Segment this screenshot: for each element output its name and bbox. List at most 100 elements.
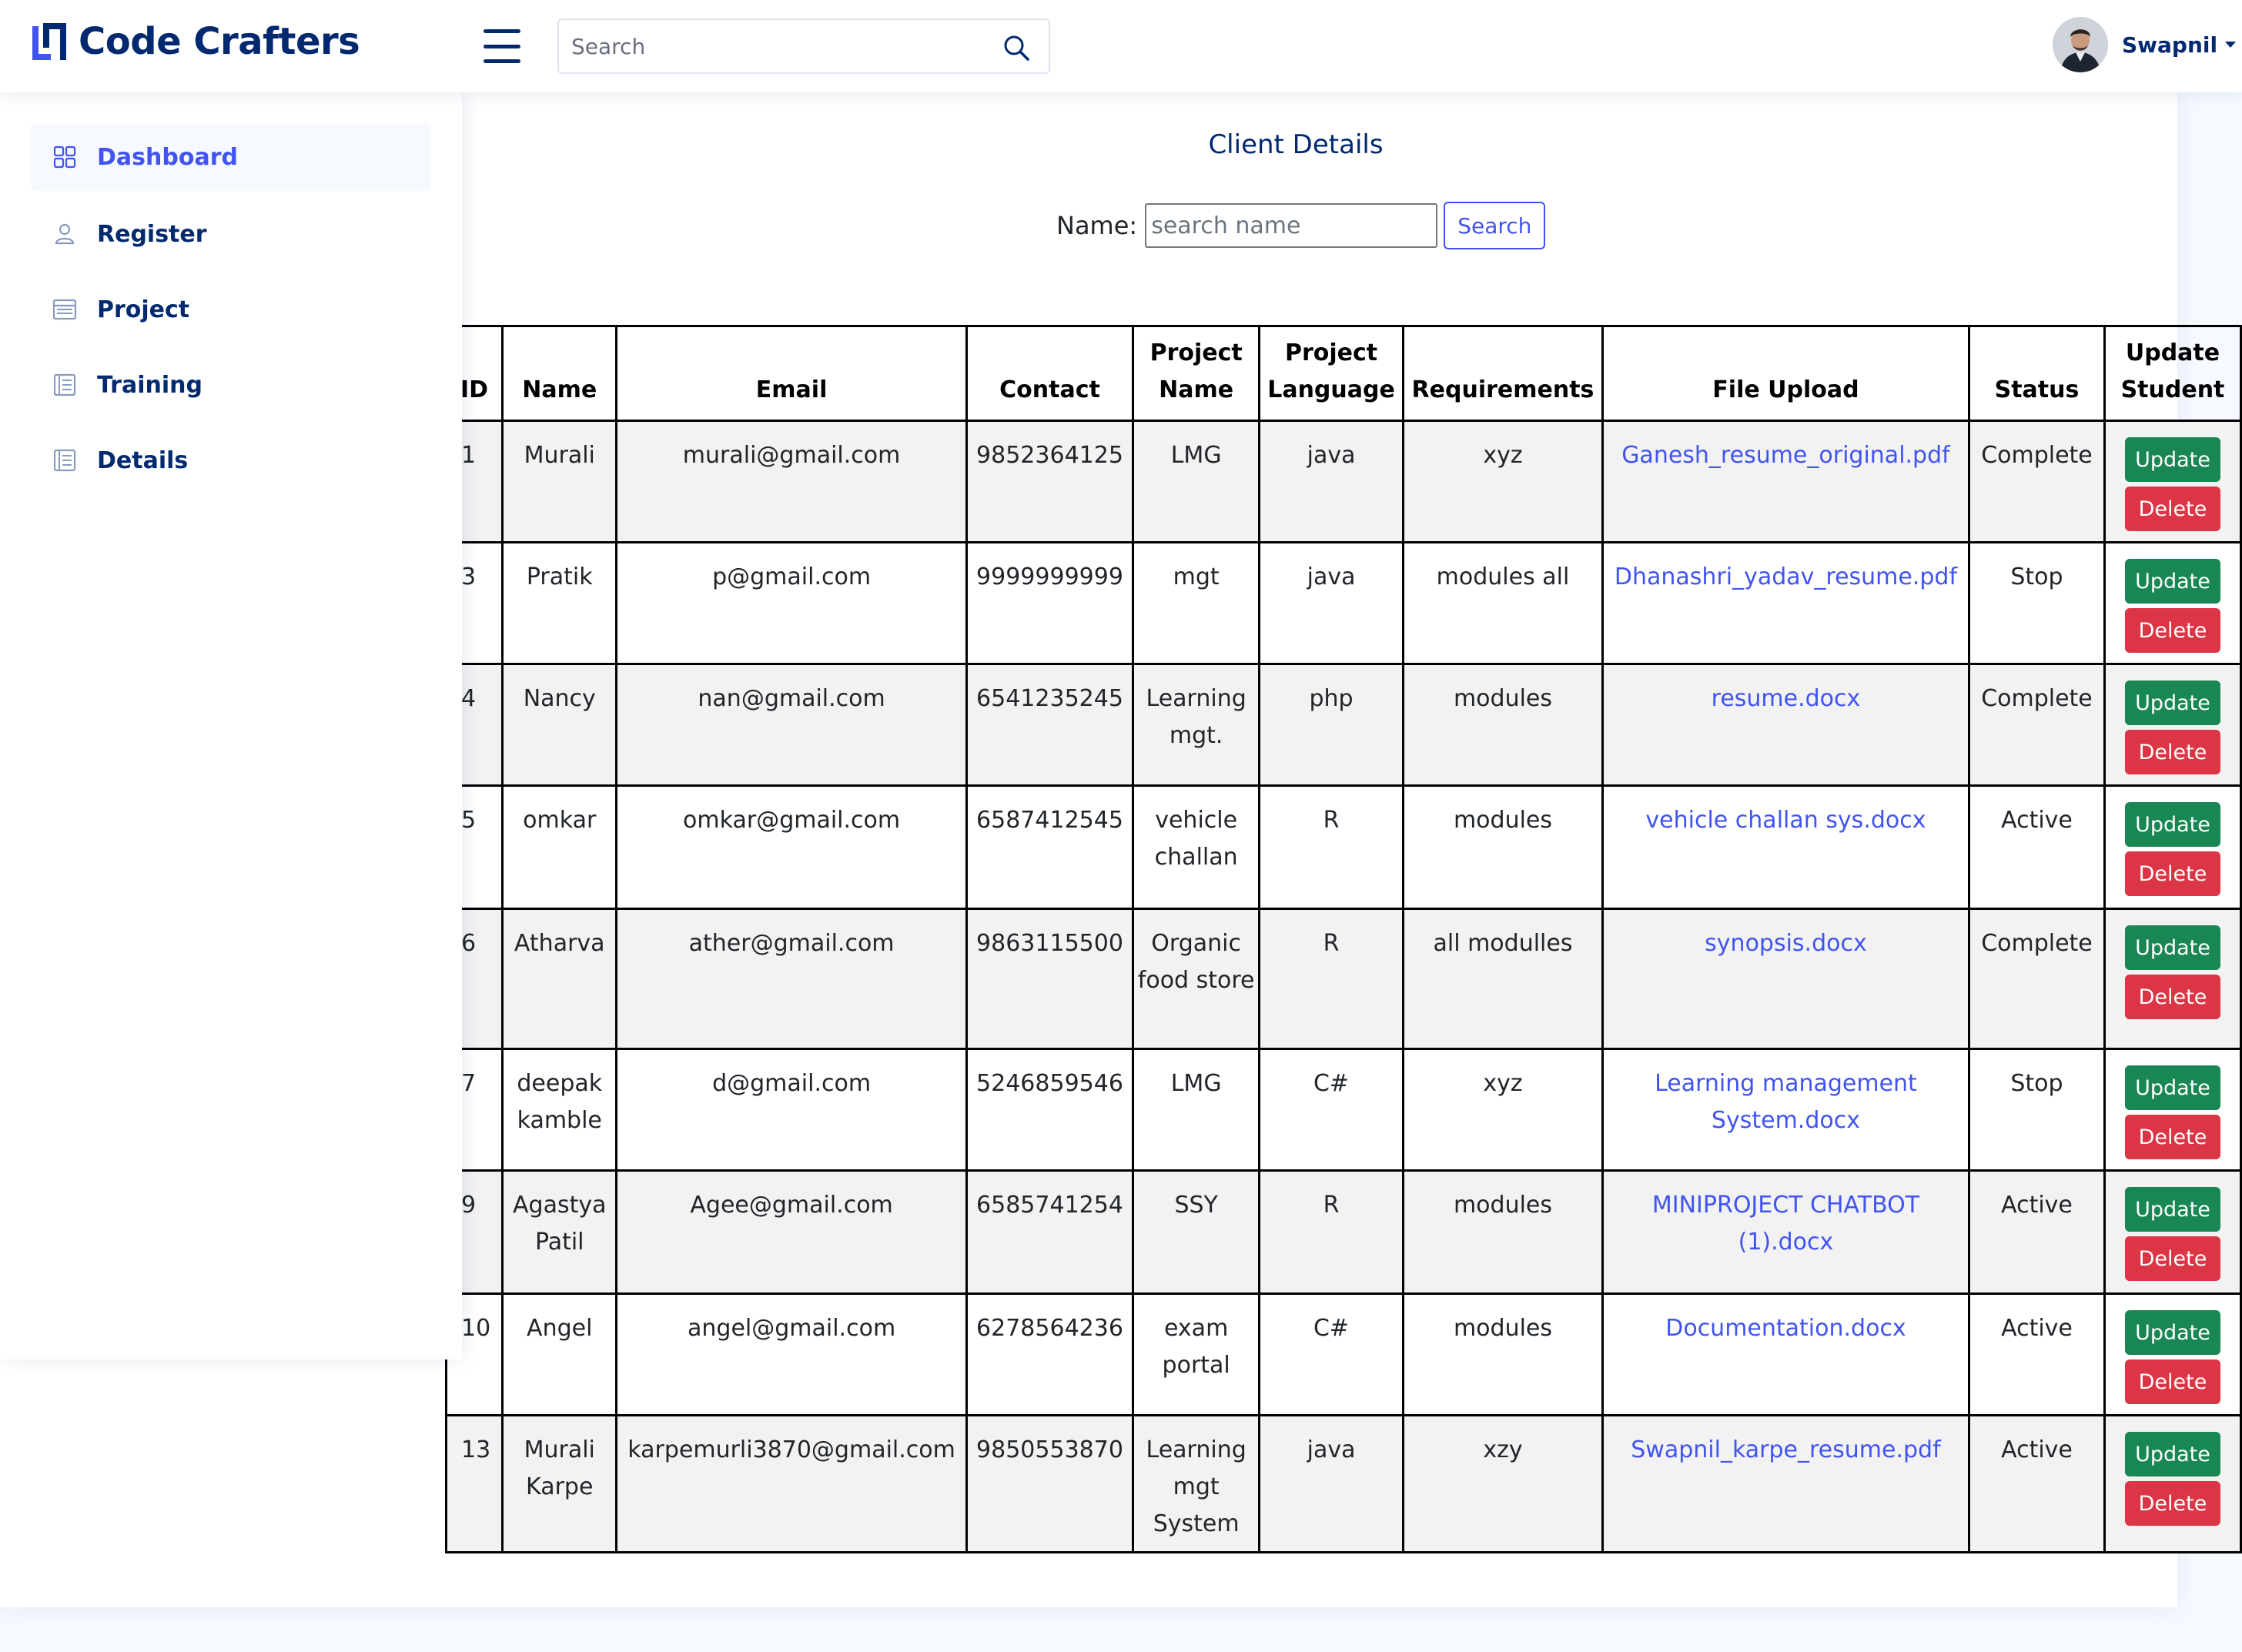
table-row: 7 deepak kamble d@gmail.com 5246859546 LMG C#…	[444, 1048, 2242, 1172]
table-row: 5 omkar omkar@gmail.com 6587412545 vehicle c…	[444, 784, 2242, 910]
cell-email: p@gmail.com	[615, 541, 968, 665]
profile-menu[interactable]: Swapnil	[2053, 17, 2237, 72]
cell-status: Complete	[1967, 420, 2106, 543]
update-button[interactable]: Update	[2124, 802, 2220, 847]
cell-status: Complete	[1967, 663, 2106, 787]
file-link[interactable]: Dhanashri_yadav_resume.pdf	[1615, 563, 1957, 590]
avatar	[2053, 17, 2108, 72]
cell-status: Active	[1967, 1293, 2106, 1416]
update-button[interactable]: Update	[2124, 1310, 2220, 1355]
cell-email: d@gmail.com	[615, 1048, 968, 1172]
name-search-input[interactable]	[1145, 203, 1438, 248]
cell-file-upload: Documentation.docx	[1601, 1293, 1970, 1416]
cell-requirements: all modulles	[1402, 908, 1604, 1050]
delete-button[interactable]: Delete	[2124, 487, 2220, 531]
cell-requirements: modules all	[1402, 541, 1604, 665]
cell-contact: 6278564236	[965, 1293, 1135, 1416]
cell-email: omkar@gmail.com	[615, 784, 968, 910]
cell-contact: 5246859546	[965, 1048, 1135, 1172]
update-button[interactable]: Update	[2124, 1065, 2220, 1110]
cell-name: Murali Karpe	[501, 1414, 618, 1553]
cell-email: ather@gmail.com	[615, 908, 968, 1050]
cell-contact: 6541235245	[965, 663, 1135, 787]
cell-actions: Update Delete	[2103, 1293, 2242, 1416]
sidebar-item-register[interactable]: Register	[31, 200, 431, 268]
cell-requirements: modules	[1402, 1293, 1604, 1416]
column-header: File Upload	[1601, 325, 1970, 422]
client-table: ID Name Email Contact Project Name Proje…	[444, 325, 2242, 1553]
delete-button[interactable]: Delete	[2124, 608, 2220, 653]
cell-requirements: xzy	[1402, 1414, 1604, 1553]
cell-name: omkar	[501, 784, 618, 910]
update-button[interactable]: Update	[2124, 925, 2220, 970]
update-button[interactable]: Update	[2124, 681, 2220, 725]
cell-status: Active	[1967, 1414, 2106, 1553]
sidebar-item-training[interactable]: Training	[31, 351, 431, 419]
cell-status: Active	[1967, 1169, 2106, 1295]
table-row: 10 Angel angel@gmail.com 6278564236 exam por…	[444, 1293, 2242, 1416]
cell-name: Agastya Patil	[501, 1169, 618, 1295]
file-link[interactable]: Documentation.docx	[1665, 1315, 1906, 1342]
sidebar-item-project[interactable]: Project	[31, 276, 431, 343]
delete-button[interactable]: Delete	[2124, 851, 2220, 896]
delete-button[interactable]: Delete	[2124, 1236, 2220, 1281]
sidebar-item-details[interactable]: Details	[31, 426, 431, 494]
cell-project-name: LMG	[1132, 420, 1261, 543]
cell-project-language: C#	[1258, 1293, 1405, 1416]
cell-actions: Update Delete	[2103, 1169, 2242, 1295]
search-input[interactable]	[571, 20, 1002, 72]
column-header: Requirements	[1402, 325, 1604, 422]
cell-file-upload: vehicle challan sys.docx	[1601, 784, 1970, 910]
cell-actions: Update Delete	[2103, 784, 2242, 910]
cell-project-name: Organic food store	[1132, 908, 1261, 1050]
logo-icon	[32, 23, 66, 60]
menu-toggle-icon[interactable]	[484, 29, 520, 63]
update-button[interactable]: Update	[2124, 437, 2220, 482]
brand-name: Code Crafters	[79, 20, 360, 63]
cell-project-name: SSY	[1132, 1169, 1261, 1295]
file-link[interactable]: Ganesh_resume_original.pdf	[1621, 442, 1950, 469]
cell-requirements: modules	[1402, 784, 1604, 910]
cell-project-name: Learning mgt.	[1132, 663, 1261, 787]
user-name: Swapnil	[2122, 32, 2218, 58]
cell-file-upload: Ganesh_resume_original.pdf	[1601, 420, 1970, 543]
cell-status: Complete	[1967, 908, 2106, 1050]
cell-status: Active	[1967, 784, 2106, 910]
person-icon	[55, 223, 75, 245]
cell-requirements: modules	[1402, 1169, 1604, 1295]
cell-actions: Update Delete	[2103, 663, 2242, 787]
file-link[interactable]: Swapnil_karpe_resume.pdf	[1631, 1436, 1940, 1463]
cell-project-name: LMG	[1132, 1048, 1261, 1172]
cell-email: nan@gmail.com	[615, 663, 968, 787]
journal-icon	[53, 373, 76, 396]
name-search-button[interactable]: Search	[1444, 202, 1546, 249]
layout-icon	[52, 299, 77, 320]
file-link[interactable]: Learning management System.docx	[1655, 1070, 1917, 1134]
cell-email: angel@gmail.com	[615, 1293, 968, 1416]
delete-button[interactable]: Delete	[2124, 1359, 2220, 1404]
update-button[interactable]: Update	[2124, 559, 2220, 604]
sidebar-item-dashboard[interactable]: Dashboard	[31, 123, 431, 191]
file-link[interactable]: vehicle challan sys.docx	[1645, 807, 1926, 834]
file-link[interactable]: resume.docx	[1712, 685, 1861, 712]
cell-name: Pratik	[501, 541, 618, 665]
column-header: Project Language	[1258, 325, 1405, 422]
search-icon[interactable]	[1002, 34, 1030, 62]
sidebar-item-label: Dashboard	[97, 143, 238, 171]
cell-name: Atharva	[501, 908, 618, 1050]
delete-button[interactable]: Delete	[2124, 730, 2220, 774]
file-link[interactable]: MINIPROJECT CHATBOT (1).docx	[1652, 1192, 1919, 1256]
cell-name: Nancy	[501, 663, 618, 787]
cell-file-upload: synopsis.docx	[1601, 908, 1970, 1050]
top-header: Code Crafters Swapnil	[0, 0, 2242, 92]
delete-button[interactable]: Delete	[2124, 975, 2220, 1019]
delete-button[interactable]: Delete	[2124, 1481, 2220, 1526]
cell-file-upload: Swapnil_karpe_resume.pdf	[1601, 1414, 1970, 1553]
file-link[interactable]: synopsis.docx	[1705, 930, 1867, 957]
cell-project-name: Learning mgt System	[1132, 1414, 1261, 1553]
cell-name: Angel	[501, 1293, 618, 1416]
delete-button[interactable]: Delete	[2124, 1115, 2220, 1159]
update-button[interactable]: Update	[2124, 1187, 2220, 1232]
update-button[interactable]: Update	[2124, 1432, 2220, 1476]
logo[interactable]: Code Crafters	[29, 20, 360, 63]
